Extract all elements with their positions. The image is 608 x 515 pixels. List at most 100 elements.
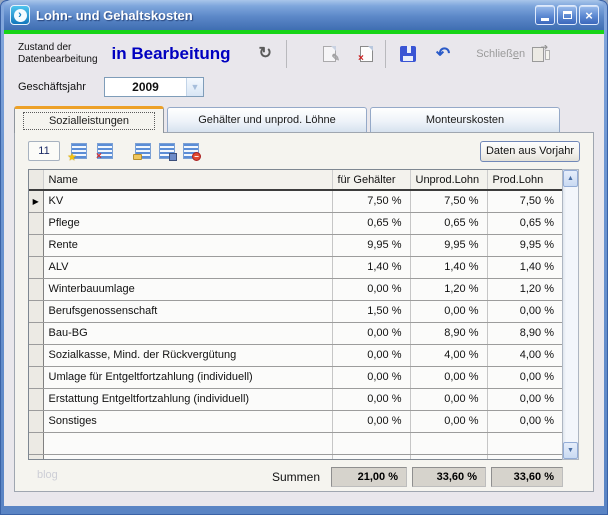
row-selector[interactable]: [29, 322, 44, 345]
tab-sozialleistungen[interactable]: Sozialleistungen: [14, 106, 164, 133]
cell-name[interactable]: [42, 454, 332, 459]
cell-gehaelter[interactable]: 7,50 %: [331, 190, 410, 213]
row-selector[interactable]: [29, 234, 44, 257]
cell-gehaelter[interactable]: 1,50 %: [331, 300, 410, 323]
table-row[interactable]: Sozialkasse, Mind. der Rückvergütung 0,0…: [29, 344, 562, 367]
col-unprod[interactable]: Unprod.Lohn: [409, 170, 487, 191]
cell-gehaelter[interactable]: 0,65 %: [331, 212, 410, 235]
cell-gehaelter[interactable]: 0,00 %: [331, 344, 410, 367]
app-icon[interactable]: ›: [10, 5, 30, 25]
scroll-up-icon[interactable]: ▲: [563, 170, 578, 187]
cell-unprod[interactable]: 0,00 %: [409, 388, 487, 411]
table-row[interactable]: Berufsgenossenschaft 1,50 % 0,00 % 0,00 …: [29, 300, 562, 323]
cell-unprod[interactable]: 1,20 %: [409, 278, 487, 301]
cell-gehaelter[interactable]: 0,00 %: [331, 410, 410, 433]
row-selector[interactable]: [29, 212, 44, 235]
row-selector[interactable]: [29, 366, 44, 389]
table-row[interactable]: ▶ KV 7,50 % 7,50 % 7,50 %: [29, 190, 562, 213]
cell-name[interactable]: Sonstiges: [42, 410, 332, 433]
cell-prod[interactable]: 0,00 %: [486, 300, 562, 323]
cell-unprod[interactable]: [409, 454, 487, 459]
remove-table-icon[interactable]: −: [183, 143, 201, 161]
minimize-button[interactable]: [535, 5, 555, 25]
vertical-scrollbar[interactable]: ▲ ▼: [562, 169, 579, 460]
cell-gehaelter[interactable]: 1,40 %: [331, 256, 410, 279]
close-form-button[interactable]: Schließ e n: [476, 48, 525, 60]
cell-prod[interactable]: 0,00 %: [486, 410, 562, 433]
col-name[interactable]: Name: [42, 170, 332, 191]
tab-monteurskosten[interactable]: Monteurskosten: [370, 107, 560, 132]
cell-name[interactable]: Rente: [42, 234, 332, 257]
cell-name[interactable]: KV: [42, 190, 332, 213]
table-row[interactable]: Erstattung Entgeltfortzahlung (individue…: [29, 388, 562, 411]
table-row[interactable]: Umlage für Entgeltfortzahlung (individue…: [29, 366, 562, 389]
table-row[interactable]: Sonstiges 0,00 % 0,00 % 0,00 %: [29, 410, 562, 433]
cell-gehaelter[interactable]: 0,00 %: [331, 322, 410, 345]
cell-unprod[interactable]: 0,65 %: [409, 212, 487, 235]
cell-name[interactable]: Berufsgenossenschaft: [42, 300, 332, 323]
cell-prod[interactable]: 0,65 %: [486, 212, 562, 235]
cell-gehaelter[interactable]: 9,95 %: [331, 234, 410, 257]
cell-gehaelter[interactable]: [331, 432, 410, 455]
table-row[interactable]: [29, 454, 562, 459]
cell-prod[interactable]: [486, 432, 562, 455]
cell-unprod[interactable]: 0,00 %: [409, 300, 487, 323]
fiscal-year-select[interactable]: 2009 ▼: [104, 77, 204, 97]
table-row[interactable]: Bau-BG 0,00 % 8,90 % 8,90 %: [29, 322, 562, 345]
tab-gehaelter[interactable]: Gehälter und unprod. Löhne: [167, 107, 367, 132]
close-button[interactable]: ×: [579, 5, 599, 25]
titlebar[interactable]: › Lohn- und Gehaltskosten ×: [4, 0, 604, 30]
prev-year-data-button[interactable]: Daten aus Vorjahr: [480, 140, 580, 162]
cell-gehaelter[interactable]: 0,00 %: [331, 278, 410, 301]
edit-record-icon[interactable]: ✎: [322, 46, 340, 64]
exit-door-icon[interactable]: ➔: [532, 42, 551, 62]
table-row[interactable]: Winterbauumlage 0,00 % 1,20 % 1,20 %: [29, 278, 562, 301]
cell-name[interactable]: Sozialkasse, Mind. der Rückvergütung: [42, 344, 332, 367]
row-selector[interactable]: [29, 432, 44, 455]
table-row[interactable]: Pflege 0,65 % 0,65 % 0,65 %: [29, 212, 562, 235]
cell-prod[interactable]: [486, 454, 562, 459]
cell-name[interactable]: Umlage für Entgeltfortzahlung (individue…: [42, 366, 332, 389]
cell-unprod[interactable]: 9,95 %: [409, 234, 487, 257]
cell-prod[interactable]: 4,00 %: [486, 344, 562, 367]
cell-name[interactable]: [42, 432, 332, 455]
row-selector[interactable]: [29, 300, 44, 323]
row-selector[interactable]: [29, 256, 44, 279]
delete-record-icon[interactable]: ×: [358, 46, 373, 64]
cell-name[interactable]: ALV: [42, 256, 332, 279]
chevron-down-icon[interactable]: ▼: [186, 78, 203, 96]
row-selector[interactable]: ▶: [29, 190, 44, 213]
cell-prod[interactable]: 0,00 %: [486, 388, 562, 411]
save-icon[interactable]: [399, 46, 416, 62]
cell-unprod[interactable]: 4,00 %: [409, 344, 487, 367]
cell-unprod[interactable]: 7,50 %: [409, 190, 487, 213]
col-prod[interactable]: Prod.Lohn: [486, 170, 562, 191]
row-selector[interactable]: [29, 278, 44, 301]
cell-prod[interactable]: 1,20 %: [486, 278, 562, 301]
cell-prod[interactable]: 9,95 %: [486, 234, 562, 257]
cell-gehaelter[interactable]: 0,00 %: [331, 366, 410, 389]
scrollbar-track[interactable]: [563, 187, 578, 442]
cell-prod[interactable]: 8,90 %: [486, 322, 562, 345]
row-selector[interactable]: [29, 388, 44, 411]
table-row[interactable]: Rente 9,95 % 9,95 % 9,95 %: [29, 234, 562, 257]
delete-row-icon[interactable]: ×: [96, 143, 113, 162]
row-selector[interactable]: [29, 454, 44, 459]
cell-gehaelter[interactable]: [331, 454, 410, 459]
cell-gehaelter[interactable]: 0,00 %: [331, 388, 410, 411]
cell-unprod[interactable]: 1,40 %: [409, 256, 487, 279]
cell-prod[interactable]: 1,40 %: [486, 256, 562, 279]
scroll-down-icon[interactable]: ▼: [563, 442, 578, 459]
refresh-icon[interactable]: ↻: [259, 46, 272, 62]
cell-name[interactable]: Erstattung Entgeltfortzahlung (individue…: [42, 388, 332, 411]
load-table-icon[interactable]: [133, 143, 151, 160]
cell-name[interactable]: Winterbauumlage: [42, 278, 332, 301]
cell-unprod[interactable]: 0,00 %: [409, 366, 487, 389]
cell-name[interactable]: Pflege: [42, 212, 332, 235]
cell-unprod[interactable]: 0,00 %: [409, 410, 487, 433]
undo-icon[interactable]: ↶: [436, 45, 450, 62]
maximize-button[interactable]: [557, 5, 577, 25]
col-gehaelter[interactable]: für Gehälter: [331, 170, 410, 191]
row-selector[interactable]: [29, 344, 44, 367]
cell-prod[interactable]: 7,50 %: [486, 190, 562, 213]
